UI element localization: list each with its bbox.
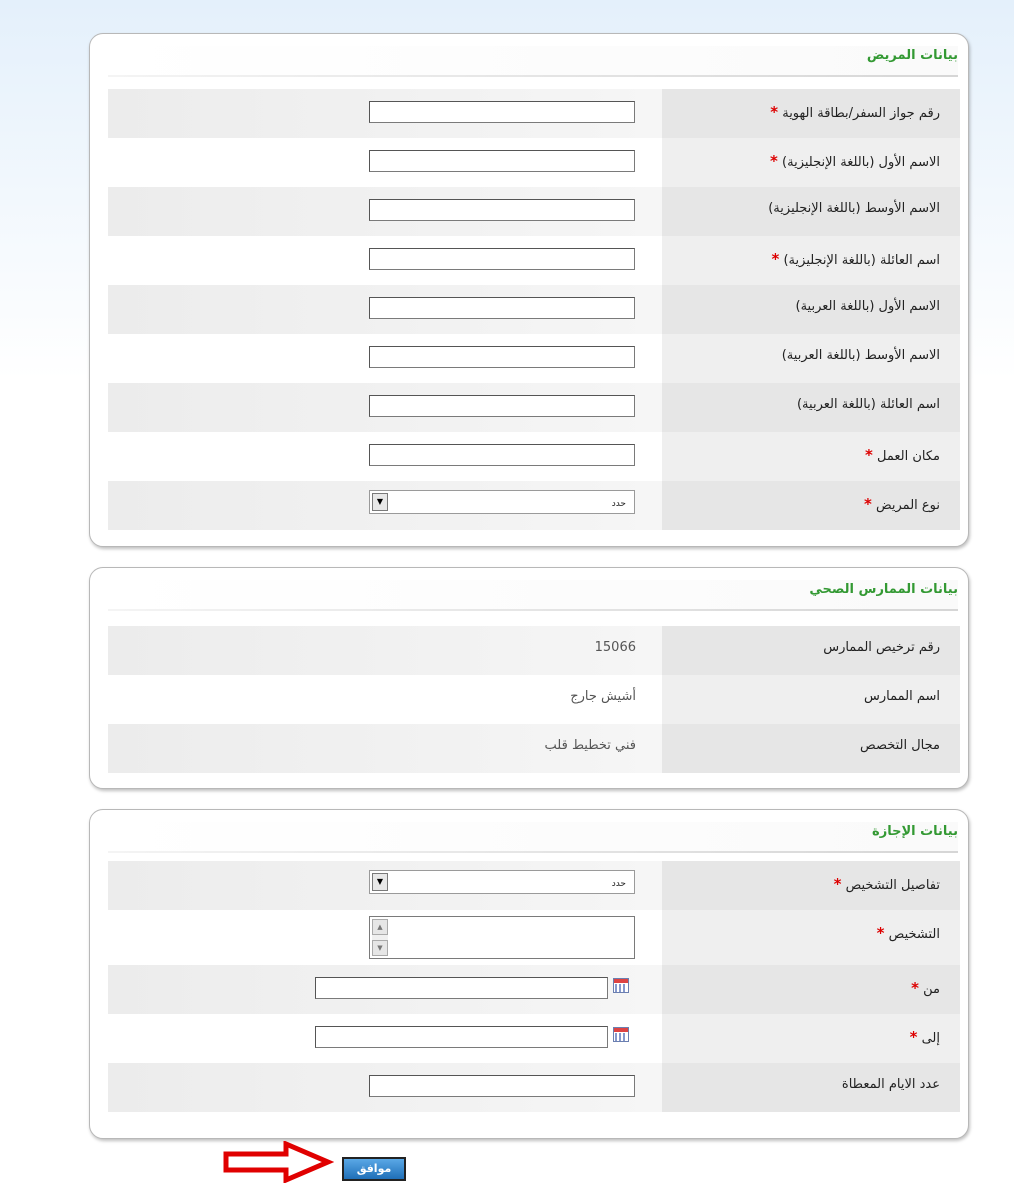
days-given-input[interactable] xyxy=(369,1075,635,1097)
form-row-days-given: عدد الايام المعطاة xyxy=(108,1063,960,1112)
title-divider xyxy=(108,609,958,611)
field-label: الاسم الأول (باللغة العربية) xyxy=(662,285,960,334)
form-row-middle-name-en: الاسم الأوسط (باللغة الإنجليزية) xyxy=(108,187,960,236)
field-label: مكان العمل * xyxy=(662,432,960,481)
practitioner-name-value: أشيش جارج xyxy=(570,689,636,704)
field-label: الاسم الأول (باللغة الإنجليزية) * xyxy=(662,138,960,187)
title-divider xyxy=(108,851,958,853)
required-marker: * xyxy=(865,446,873,464)
leave-data-panel: بيانات الإجازة تفاصيل التشخيص * ▼ حدد ال… xyxy=(89,809,969,1139)
license-number-value: 15066 xyxy=(594,640,636,655)
last-name-en-input[interactable] xyxy=(369,248,635,270)
select-value: حدد xyxy=(611,499,626,509)
section-title-patient: بيانات المريض xyxy=(866,48,958,63)
section-title-practitioner: بيانات الممارس الصحي xyxy=(809,582,958,597)
field-label: نوع المريض * xyxy=(662,481,960,530)
form-row-middle-name-ar: الاسم الأوسط (باللغة العربية) xyxy=(108,334,960,383)
scroll-down-icon[interactable]: ▼ xyxy=(372,940,388,956)
patient-type-select[interactable]: ▼ حدد xyxy=(369,490,635,514)
panel-titlebar xyxy=(108,46,958,76)
specialty-value: فني تخطيط قلب xyxy=(544,738,636,753)
field-label: مجال التخصص xyxy=(662,724,960,773)
required-marker: * xyxy=(833,875,842,893)
field-label: تفاصيل التشخيص * xyxy=(662,861,960,910)
scrollbar[interactable]: ▲ ▼ xyxy=(372,919,388,956)
form-row-first-name-ar: الاسم الأول (باللغة العربية) xyxy=(108,285,960,334)
field-label: اسم العائلة (باللغة الإنجليزية) * xyxy=(662,236,960,285)
chevron-down-icon[interactable]: ▼ xyxy=(372,493,388,511)
form-row-last-name-en: اسم العائلة (باللغة الإنجليزية) * xyxy=(108,236,960,285)
field-label: اسم العائلة (باللغة العربية) xyxy=(662,383,960,432)
select-value: حدد xyxy=(611,879,626,889)
ok-button[interactable]: موافق xyxy=(342,1157,406,1181)
form-row-to-date: إلى * xyxy=(108,1014,960,1063)
calendar-icon[interactable] xyxy=(613,1027,629,1042)
form-row-workplace: مكان العمل * xyxy=(108,432,960,481)
field-label: إلى * xyxy=(662,1014,960,1063)
form-row-first-name-en: الاسم الأول (باللغة الإنجليزية) * xyxy=(108,138,960,187)
workplace-input[interactable] xyxy=(369,444,635,466)
form-row-diagnosis: التشخيص * ▲ ▼ xyxy=(108,910,960,965)
field-label: التشخيص * xyxy=(662,910,960,965)
practitioner-data-panel: بيانات الممارس الصحي رقم ترخيص الممارس 1… xyxy=(89,567,969,789)
required-marker: * xyxy=(909,1028,918,1046)
form-row-passport: رقم جواز السفر/بطاقة الهوية * xyxy=(108,89,960,138)
info-row-specialty: مجال التخصص فني تخطيط قلب xyxy=(108,724,960,773)
scroll-up-icon[interactable]: ▲ xyxy=(372,919,388,935)
field-label: رقم ترخيص الممارس xyxy=(662,626,960,675)
last-name-ar-input[interactable] xyxy=(369,395,635,417)
calendar-icon[interactable] xyxy=(613,978,629,993)
panel-titlebar xyxy=(108,822,958,852)
required-marker: * xyxy=(770,152,778,170)
required-marker: * xyxy=(770,103,779,121)
form-row-from-date: من * xyxy=(108,965,960,1014)
field-label: من * xyxy=(662,965,960,1014)
field-label: رقم جواز السفر/بطاقة الهوية * xyxy=(662,89,960,138)
to-date-input[interactable] xyxy=(315,1026,608,1048)
info-row-license: رقم ترخيص الممارس 15066 xyxy=(108,626,960,675)
required-marker: * xyxy=(863,495,872,513)
from-date-input[interactable] xyxy=(315,977,608,999)
field-label: اسم الممارس xyxy=(662,675,960,724)
middle-name-ar-input[interactable] xyxy=(369,346,635,368)
section-title-leave: بيانات الإجازة xyxy=(872,824,958,839)
form-row-last-name-ar: اسم العائلة (باللغة العربية) xyxy=(108,383,960,432)
middle-name-en-input[interactable] xyxy=(369,199,635,221)
info-row-name: اسم الممارس أشيش جارج xyxy=(108,675,960,724)
required-marker: * xyxy=(911,979,919,997)
field-label: عدد الايام المعطاة xyxy=(662,1063,960,1112)
chevron-down-icon[interactable]: ▼ xyxy=(372,873,388,891)
diagnosis-textarea[interactable]: ▲ ▼ xyxy=(369,916,635,959)
form-row-diagnosis-details: تفاصيل التشخيص * ▼ حدد xyxy=(108,861,960,910)
required-marker: * xyxy=(771,250,780,268)
form-row-patient-type: نوع المريض * ▼ حدد xyxy=(108,481,960,530)
field-label: الاسم الأوسط (باللغة الإنجليزية) xyxy=(662,187,960,236)
first-name-ar-input[interactable] xyxy=(369,297,635,319)
diagnosis-details-select[interactable]: ▼ حدد xyxy=(369,870,635,894)
first-name-en-input[interactable] xyxy=(369,150,635,172)
red-arrow-icon xyxy=(223,1141,334,1183)
patient-data-panel: بيانات المريض رقم جواز السفر/بطاقة الهوي… xyxy=(89,33,969,547)
required-marker: * xyxy=(876,924,885,942)
passport-id-input[interactable] xyxy=(369,101,635,123)
title-divider xyxy=(108,75,958,77)
field-label: الاسم الأوسط (باللغة العربية) xyxy=(662,334,960,383)
